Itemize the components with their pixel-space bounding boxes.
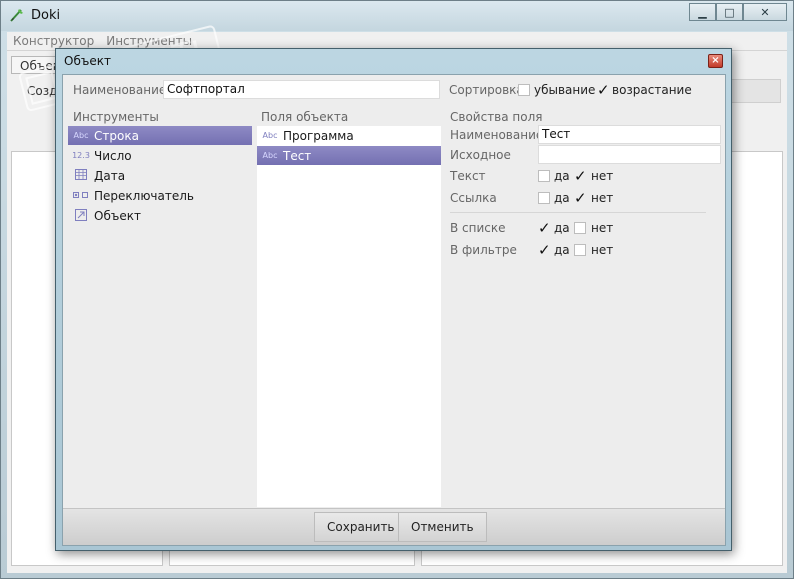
minimize-button[interactable]: ▁ [689, 3, 716, 21]
tool-item-label: Строка [94, 128, 139, 143]
abc-icon: Abc [73, 131, 89, 140]
sort-desc-label: убывание [534, 83, 596, 97]
abc-icon: Abc [262, 151, 278, 160]
doki-app-icon [10, 9, 23, 22]
tool-item-string[interactable]: Abc Строка [68, 126, 252, 145]
prop-in-filter-label: В фильтре [450, 243, 517, 257]
field-item-label: Тест [283, 148, 312, 163]
prop-text-label: Текст [450, 169, 486, 183]
in-list-yes-checkbox[interactable]: ✓ [538, 221, 551, 236]
object-name-label: Наименование [73, 83, 167, 97]
prop-source-input[interactable] [538, 145, 721, 164]
tools-header: Инструменты [73, 110, 159, 124]
tool-item-switch[interactable]: Переключатель [68, 186, 252, 205]
props-separator [450, 212, 706, 213]
link-yes-label: да [554, 191, 570, 205]
tool-item-label: Объект [94, 208, 141, 223]
sort-desc-checkbox[interactable] [518, 84, 530, 96]
sort-label: Сортировка [449, 83, 524, 97]
sort-asc-label: возрастание [612, 83, 692, 97]
dialog-client-area: Наименование Софтпортал Сортировка убыва… [62, 74, 726, 546]
link-yes-checkbox[interactable] [538, 192, 550, 204]
dialog-title: Объект [64, 54, 111, 68]
prop-name-input[interactable]: Тест [538, 125, 721, 144]
switch-icon [72, 191, 90, 201]
minimize-icon: ▁ [698, 5, 707, 19]
window-controls: ▁ □ ✕ [689, 3, 787, 21]
maximize-icon: □ [724, 5, 735, 19]
prop-link-label: Ссылка [450, 191, 497, 205]
link-no-checkbox[interactable]: ✓ [574, 191, 587, 206]
prop-name-label: Наименование [450, 128, 544, 142]
tool-item-label: Дата [94, 168, 126, 183]
number-icon: 12.3 [72, 151, 90, 160]
tool-item-label: Переключатель [94, 188, 194, 203]
close-window-button[interactable]: ✕ [743, 3, 787, 21]
field-item-label: Программа [283, 128, 354, 143]
tool-item-date[interactable]: Дата [68, 166, 252, 185]
close-icon: × [711, 55, 720, 66]
prop-source-label: Исходное [450, 148, 511, 162]
in-filter-yes-checkbox[interactable]: ✓ [538, 243, 551, 258]
text-no-checkbox[interactable]: ✓ [574, 169, 587, 184]
tool-item-object[interactable]: Объект [68, 206, 252, 225]
main-window-title: Doki [31, 8, 61, 23]
field-item-programma[interactable]: Abc Программа [257, 126, 441, 145]
prop-in-list-label: В списке [450, 221, 506, 235]
text-yes-label: да [554, 169, 570, 183]
props-header: Свойства поля [450, 110, 543, 124]
field-item-test[interactable]: Abc Тест [257, 146, 441, 165]
main-titlebar[interactable]: Doki ▁ □ ✕ [1, 1, 793, 31]
dialog-close-button[interactable]: × [708, 54, 723, 68]
maximize-button[interactable]: □ [716, 3, 743, 21]
object-name-input[interactable]: Софтпортал [163, 80, 440, 99]
calendar-icon [72, 169, 90, 182]
tool-item-label: Число [94, 148, 132, 163]
in-filter-yes-label: да [554, 243, 570, 257]
dialog-button-bar: Сохранить Отменить [63, 508, 725, 545]
close-icon: ✕ [760, 5, 770, 19]
in-list-no-checkbox[interactable] [574, 222, 586, 234]
text-no-label: нет [591, 169, 614, 183]
fields-list[interactable]: Abc Программа Abc Тест [257, 126, 441, 507]
cancel-button[interactable]: Отменить [398, 512, 487, 542]
in-list-no-label: нет [591, 221, 614, 235]
fields-header: Поля объекта [261, 110, 349, 124]
object-link-icon [72, 208, 90, 223]
text-yes-checkbox[interactable] [538, 170, 550, 182]
in-list-yes-label: да [554, 221, 570, 235]
menu-instrumenty[interactable]: Инструменты [106, 34, 192, 48]
object-dialog: Объект × Наименование Софтпортал Сортиро… [55, 48, 732, 551]
tool-item-number[interactable]: 12.3 Число [68, 146, 252, 165]
abc-icon: Abc [262, 131, 278, 140]
in-filter-no-checkbox[interactable] [574, 244, 586, 256]
save-button[interactable]: Сохранить [314, 512, 408, 542]
sort-asc-checkbox[interactable]: ✓ [597, 83, 610, 98]
link-no-label: нет [591, 191, 614, 205]
menu-konstruktor[interactable]: Конструктор [13, 34, 94, 48]
in-filter-no-label: нет [591, 243, 614, 257]
